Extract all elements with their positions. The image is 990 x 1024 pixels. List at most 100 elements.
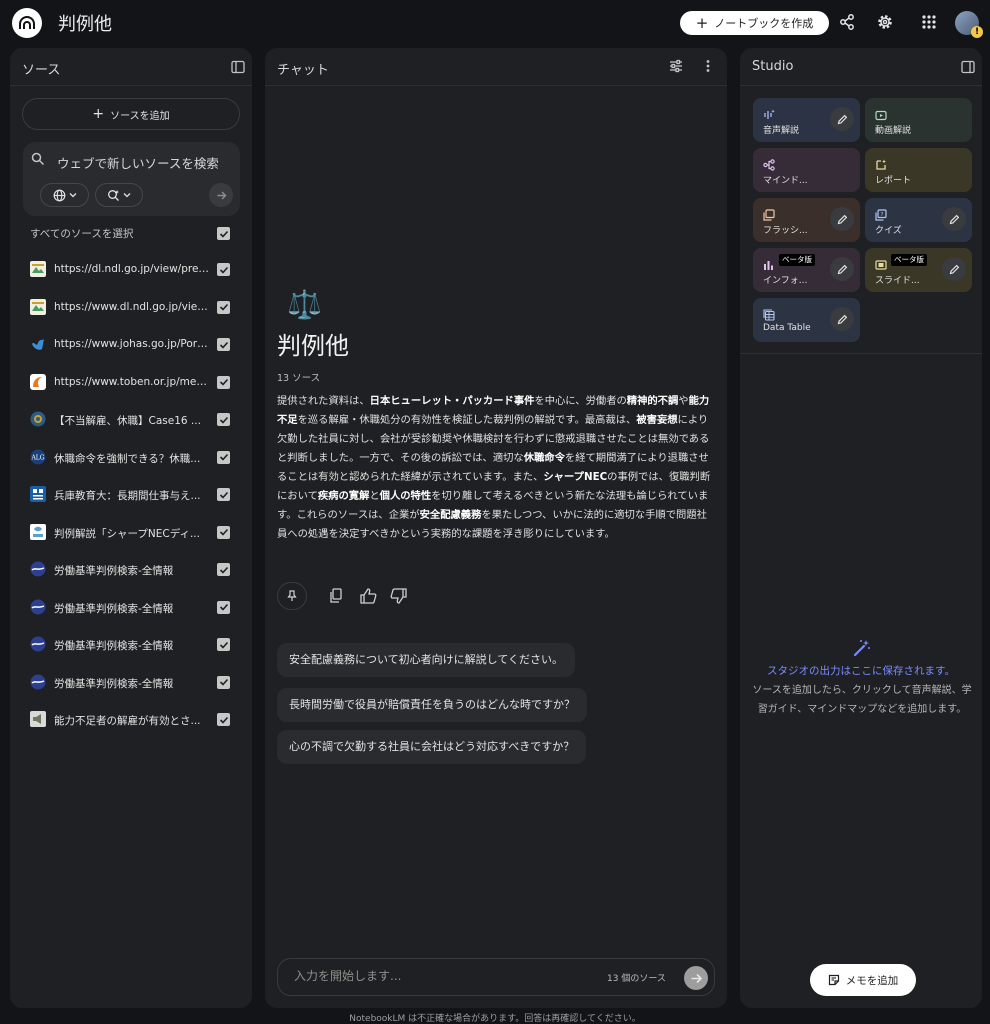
summary-emphasis: 日本ヒューレット・パッカード事件: [369, 395, 535, 407]
top-bar: 判例他 + ノートブックを作成 !: [0, 0, 990, 44]
johas-icon: [30, 336, 46, 352]
studio-tile-label: スライド...: [875, 276, 920, 286]
select-all-label: すべてのソースを選択: [30, 228, 134, 240]
source-checkbox[interactable]: [217, 263, 230, 276]
ndl-icon: [30, 261, 46, 277]
studio-tile[interactable]: 音声解説: [753, 98, 860, 142]
source-item[interactable]: 労働基準判例検索-全情報: [30, 635, 235, 655]
source-item[interactable]: https://www.johas.go.jp/Porta...: [30, 335, 235, 355]
add-source-button[interactable]: + ソースを追加: [22, 98, 240, 130]
source-item[interactable]: 兵庫教育大：長期間仕事与え...: [30, 485, 235, 505]
studio-tile[interactable]: ベータ版スライド...: [865, 248, 972, 292]
source-item[interactable]: https://dl.ndl.go.jp/view/prepa...: [30, 260, 235, 280]
source-item[interactable]: 判例解説「シャープNECディ...: [30, 523, 235, 543]
summary-emphasis: シャープNEC: [543, 471, 608, 483]
zenkiren-icon: [30, 561, 46, 577]
chat-input[interactable]: [294, 969, 574, 983]
zenkiren-icon: [30, 636, 46, 652]
web-search-box[interactable]: ウェブで新しいソースを検索: [23, 142, 240, 216]
collapse-panel-icon[interactable]: [231, 60, 245, 74]
beta-badge: ベータ版: [891, 254, 927, 266]
create-notebook-button[interactable]: + ノートブックを作成: [680, 11, 829, 35]
source-checkbox[interactable]: [217, 450, 230, 464]
tune-settings-icon[interactable]: [669, 59, 683, 73]
select-all-checkbox[interactable]: [217, 227, 230, 240]
source-label: 労働基準判例検索-全情報: [54, 565, 174, 577]
source-item[interactable]: 労働基準判例検索-全情報: [30, 598, 235, 618]
edit-icon[interactable]: [830, 107, 854, 131]
source-item[interactable]: ALG 休職命令を強制できる？休職...: [30, 448, 235, 468]
edit-icon[interactable]: [942, 207, 966, 231]
source-item[interactable]: 労働基準判例検索-全情報: [30, 560, 235, 580]
suggested-question[interactable]: 心の不調で欠勤する社員に会社はどう対応すべきですか？: [277, 730, 587, 764]
avatar[interactable]: !: [955, 11, 983, 38]
source-count: 13 ソース: [277, 373, 321, 384]
thumbs-up-icon: [359, 588, 376, 604]
edit-icon[interactable]: [830, 207, 854, 231]
thumbs-up-button[interactable]: [357, 582, 379, 610]
research-mode-dropdown[interactable]: [95, 183, 143, 207]
zenkiren-icon: [30, 674, 46, 690]
source-checkbox[interactable]: [217, 488, 230, 501]
add-note-button[interactable]: メモを追加: [810, 964, 916, 996]
share-icon[interactable]: [837, 12, 857, 32]
edit-icon[interactable]: [942, 257, 966, 281]
summary-text: と: [369, 490, 380, 502]
source-item[interactable]: https://www.toben.or.jp/mess...: [30, 373, 235, 393]
studio-tile-label: フラッシ...: [763, 226, 808, 236]
summary-text: や: [678, 395, 689, 407]
source-checkbox[interactable]: [217, 525, 230, 539]
source-item[interactable]: https://www.dl.ndl.go.jp/view/...: [30, 298, 235, 318]
source-checkbox[interactable]: [217, 413, 230, 426]
apps-grid-icon[interactable]: [919, 12, 939, 32]
search-icon: [31, 152, 45, 166]
studio-tile[interactable]: 動画解説: [865, 98, 972, 142]
source-item[interactable]: 労働基準判例検索-全情報: [30, 673, 235, 693]
source-item[interactable]: 能力不足者の解雇が有効とさ...: [30, 710, 235, 730]
summary-emphasis: 休職命令: [523, 452, 565, 464]
web-source-dropdown[interactable]: [40, 183, 89, 207]
studio-empty-title: スタジオの出力はここに保存されます。: [767, 665, 955, 677]
studio-tile-label: インフォ...: [763, 276, 808, 286]
studio-tile[interactable]: Data Table: [753, 298, 860, 342]
notebooklm-logo[interactable]: [12, 8, 42, 38]
source-checkbox[interactable]: [217, 300, 230, 314]
notebook-emoji: ⚖️: [287, 288, 322, 321]
edit-icon[interactable]: [830, 307, 854, 331]
source-label: 休職命令を強制できる？休職...: [54, 452, 201, 465]
studio-tile[interactable]: マインド...: [753, 148, 860, 192]
edit-icon[interactable]: [830, 257, 854, 281]
search-submit-button[interactable]: [209, 183, 233, 207]
source-checkbox[interactable]: [217, 675, 230, 689]
suggested-question[interactable]: 長時間労働で役員が賠償責任を負うのはどんな時ですか？: [277, 688, 587, 722]
source-checkbox[interactable]: [217, 375, 230, 389]
chat-input-box[interactable]: 13 個のソース: [277, 958, 715, 996]
studio-tile[interactable]: レポート: [865, 148, 972, 192]
ndl-icon: [30, 298, 46, 315]
collapse-panel-icon[interactable]: [961, 60, 975, 74]
studio-tile[interactable]: フラッシ...: [753, 198, 860, 242]
copy-button[interactable]: [325, 582, 347, 610]
gear-icon[interactable]: [875, 12, 895, 32]
save-to-note-button[interactable]: [277, 582, 307, 610]
send-button[interactable]: [684, 966, 708, 990]
newspaper-icon: [30, 486, 46, 502]
source-checkbox[interactable]: [217, 638, 230, 651]
notebook-title[interactable]: 判例他: [58, 10, 112, 36]
source-checkbox[interactable]: [217, 563, 230, 576]
add-source-label: ソースを追加: [110, 110, 170, 122]
notebook-summary: 提供された資料は、日本ヒューレット・パッカード事件を中心に、労働者の精神的不調や…: [277, 392, 717, 544]
source-checkbox[interactable]: [217, 600, 230, 614]
studio-tile[interactable]: ベータ版 インフォ...: [753, 248, 860, 292]
source-checkbox[interactable]: [217, 338, 230, 351]
suggested-question[interactable]: 安全配慮義務について初心者向けに解説してください。: [277, 643, 576, 677]
globe-icon: [53, 189, 65, 201]
source-item[interactable]: 【不当解雇、休職】Case16 ...: [30, 410, 235, 430]
more-vert-icon[interactable]: [703, 59, 713, 73]
web-search-input[interactable]: ウェブで新しいソースを検索: [57, 153, 219, 172]
source-label: 【不当解雇、休職】Case16 ...: [54, 415, 201, 427]
sources-title: ソース: [22, 63, 61, 78]
thumbs-down-button[interactable]: [387, 582, 409, 610]
source-checkbox[interactable]: [217, 713, 230, 726]
studio-tile[interactable]: ? クイズ: [865, 198, 972, 242]
